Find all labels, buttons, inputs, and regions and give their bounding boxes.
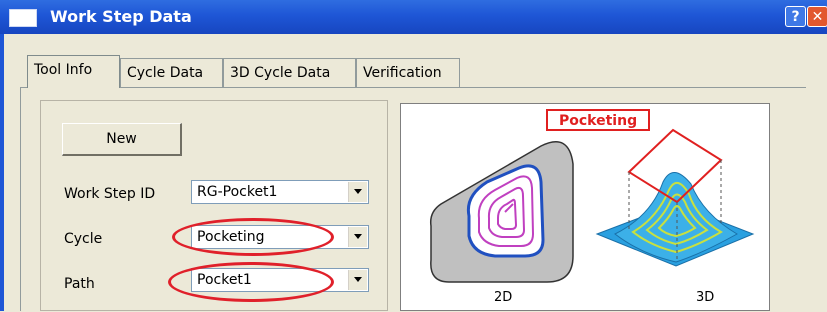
- panel-edge: [806, 87, 827, 311]
- window-icon: [9, 9, 37, 27]
- window-frame: [0, 34, 4, 311]
- tab-label: 3D Cycle Data: [230, 65, 331, 81]
- path-label: Path: [64, 276, 95, 292]
- tab-label: Verification: [363, 65, 442, 81]
- work-step-id-select[interactable]: RG-Pocket1: [191, 180, 369, 204]
- tab-cycle-data[interactable]: Cycle Data: [120, 58, 223, 87]
- tab-label: Cycle Data: [127, 65, 204, 81]
- work-step-id-label: Work Step ID: [64, 186, 156, 202]
- title-bar[interactable]: Work Step Data ? ✕: [0, 0, 827, 34]
- new-button[interactable]: New: [62, 123, 182, 156]
- cycle-label: Cycle: [64, 231, 103, 247]
- chevron-down-icon[interactable]: [348, 182, 367, 202]
- tab-tool-info[interactable]: Tool Info: [27, 55, 120, 88]
- view-label-2d: 2D: [494, 290, 513, 305]
- cycle-highlight-ellipse: [172, 218, 334, 256]
- path-highlight-ellipse: [168, 262, 334, 302]
- window-title: Work Step Data: [50, 7, 192, 26]
- view-label-3d: 3D: [696, 290, 715, 305]
- preview-title: Pocketing: [546, 109, 651, 131]
- pocketing-illustration: [429, 128, 755, 283]
- work-step-id-value: RG-Pocket1: [197, 184, 278, 200]
- help-button[interactable]: ?: [785, 6, 806, 27]
- cycle-preview-image: Pocketing 2D 3D: [400, 103, 770, 311]
- chevron-down-icon[interactable]: [348, 270, 367, 290]
- tab-label: Tool Info: [34, 62, 93, 78]
- tab-verification[interactable]: Verification: [356, 58, 460, 87]
- tab-3d-cycle-data[interactable]: 3D Cycle Data: [223, 58, 356, 87]
- chevron-down-icon[interactable]: [348, 227, 367, 247]
- close-button[interactable]: ✕: [807, 6, 827, 27]
